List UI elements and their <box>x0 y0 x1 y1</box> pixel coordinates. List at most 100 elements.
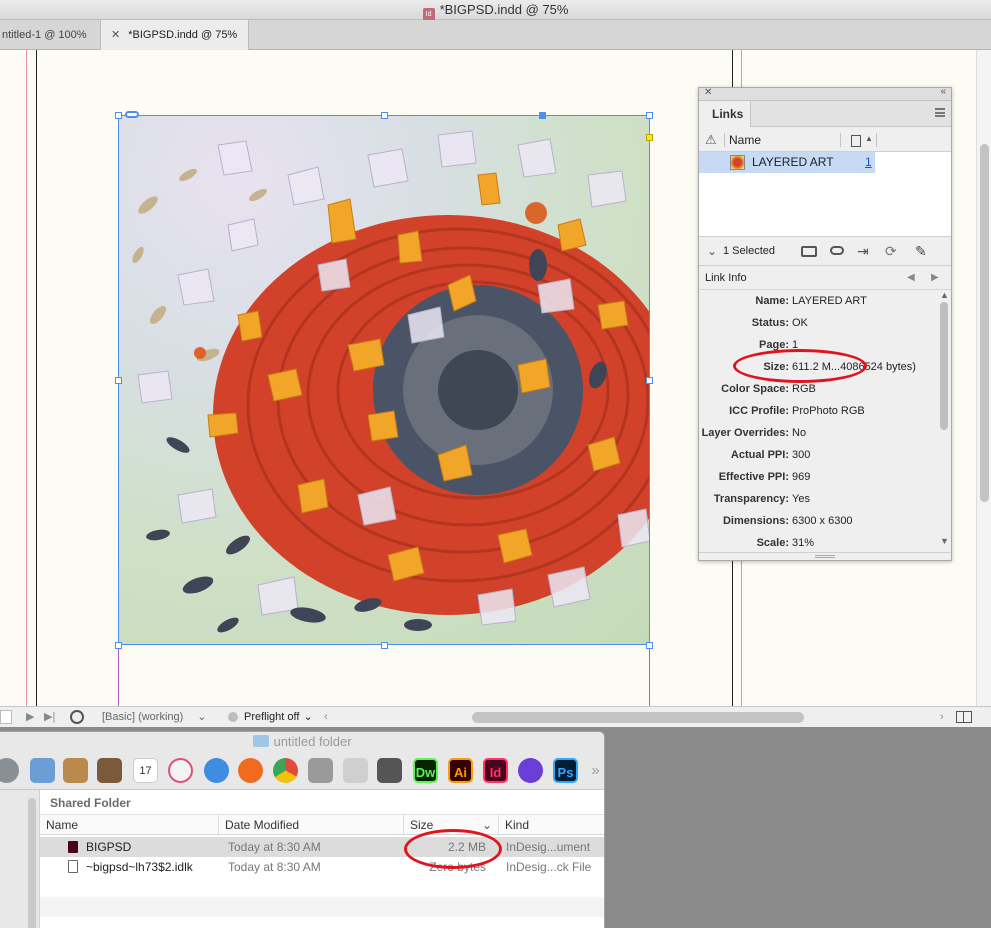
toolbar-overflow-icon[interactable]: » <box>583 758 604 783</box>
chevron-down-icon: ⌄ <box>197 711 207 723</box>
resize-handle-bottom-right[interactable] <box>646 642 653 649</box>
column-kind[interactable]: Kind <box>499 815 604 836</box>
resize-handle-top-right[interactable] <box>646 112 653 119</box>
split-divider <box>963 712 964 722</box>
tab-untitled-1[interactable]: ntitled-1 @ 100% <box>0 20 101 50</box>
preview-icon[interactable] <box>30 758 55 783</box>
edit-original-icon[interactable]: ✎ <box>915 237 927 265</box>
itunes-icon[interactable] <box>168 758 193 783</box>
info-label: Status: <box>751 317 789 329</box>
resize-handle-left[interactable] <box>115 377 122 384</box>
link-info-scrollbar[interactable]: ▲ ▼ <box>937 290 951 552</box>
calendar-icon[interactable]: 17 <box>133 758 158 783</box>
scroll-right-icon[interactable]: › <box>940 707 944 727</box>
preflight-dropdown[interactable]: Preflight off ⌄ <box>244 707 313 727</box>
window-titlebar: Id *BIGPSD.indd @ 75% <box>0 0 991 22</box>
status-bar: ▶ ▶| [Basic] (working) ⌄ Preflight off ⌄ ‹… <box>0 706 991 727</box>
resize-handle-top-left[interactable] <box>115 112 122 119</box>
finder-sidebar <box>0 790 40 928</box>
size-column-label: Size <box>410 818 434 832</box>
resize-handle-top[interactable] <box>381 112 388 119</box>
selection-frame[interactable] <box>115 111 653 649</box>
resize-handle-bottom-left[interactable] <box>115 642 122 649</box>
resize-handle-bottom[interactable] <box>381 642 388 649</box>
selected-count: 1 Selected <box>723 245 775 257</box>
section-title: Shared Folder <box>50 796 131 810</box>
last-page-icon[interactable]: ▶| <box>44 707 55 727</box>
scroll-down-icon[interactable]: ▼ <box>940 536 949 546</box>
panel-tabrow: Links <box>699 101 951 127</box>
content-grabber-handle[interactable] <box>539 112 546 119</box>
info-label: Actual PPI: <box>730 449 789 461</box>
tab-links[interactable]: Links <box>699 101 751 127</box>
scanner-icon[interactable] <box>343 758 368 783</box>
close-icon[interactable]: ✕ <box>704 87 712 98</box>
sort-ascending-icon[interactable]: ▲ <box>865 127 873 151</box>
workspace-profile-dropdown[interactable]: [Basic] (working) ⌄ <box>102 707 207 727</box>
chrome-icon[interactable] <box>273 758 298 783</box>
resize-handle-right[interactable] <box>646 377 653 384</box>
link-page-number[interactable]: 1 <box>865 152 872 173</box>
vertical-scrollbar[interactable] <box>976 50 991 706</box>
column-divider <box>840 133 841 147</box>
lock-file-icon <box>68 860 78 873</box>
warning-icon[interactable]: ⚠ <box>705 128 717 152</box>
safari-icon[interactable] <box>204 758 229 783</box>
scroll-left-icon[interactable]: ‹ <box>324 707 328 727</box>
column-name[interactable]: Name <box>40 815 219 836</box>
info-label: ICC Profile: <box>729 405 789 417</box>
panel-resize-grip[interactable] <box>699 552 951 560</box>
vertical-scroll-thumb[interactable] <box>980 144 989 502</box>
panel-menu-icon[interactable] <box>935 108 945 117</box>
collapse-panel-icon[interactable]: « <box>940 86 946 97</box>
photoshop-icon[interactable]: Ps <box>553 758 578 783</box>
info-value: 300 <box>792 449 811 461</box>
screenshot-icon[interactable] <box>308 758 333 783</box>
relink-icon[interactable] <box>830 246 844 255</box>
dreamweaver-icon[interactable]: Dw <box>413 758 438 783</box>
go-to-link-icon[interactable]: ⇥ <box>857 237 869 265</box>
script-editor-icon[interactable] <box>63 758 88 783</box>
firefox-icon[interactable] <box>238 758 263 783</box>
automator-icon[interactable] <box>97 758 122 783</box>
indesign-window: Id *BIGPSD.indd @ 75% ntitled-1 @ 100% ✕ *… <box>0 0 991 727</box>
scroll-up-icon[interactable]: ▲ <box>940 290 949 300</box>
name-column-header[interactable]: Name <box>729 128 761 152</box>
page-column-icon[interactable] <box>851 135 861 147</box>
finder-window: untitled folder 17 Dw Ai Id Ps » Shared … <box>0 731 605 928</box>
info-row-actual-ppi: Actual PPI: 300 <box>699 444 937 466</box>
info-row-status: Status: OK <box>699 312 937 334</box>
indesign-icon[interactable]: Id <box>483 758 508 783</box>
column-date-modified[interactable]: Date Modified <box>219 815 404 836</box>
link-info-scroll-thumb[interactable] <box>940 302 948 430</box>
collapse-chevron-icon[interactable]: ⌄ <box>707 237 717 265</box>
table-row[interactable]: ~bigpsd~lh73$2.idlk Today at 8:30 AM Zer… <box>40 857 604 877</box>
sidebar-scroll-thumb[interactable] <box>28 798 36 928</box>
previous-link-icon[interactable]: ◀ <box>907 266 915 290</box>
tab-bigpsd[interactable]: ✕ *BIGPSD.indd @ 75% <box>101 20 249 50</box>
margin-guide-purple-b <box>649 646 650 706</box>
update-link-icon[interactable]: ⟳ <box>885 237 897 265</box>
cc-libraries-icon[interactable] <box>801 246 817 257</box>
split-view-icon[interactable] <box>956 711 972 723</box>
live-corner-handle[interactable] <box>646 134 653 141</box>
page-field[interactable] <box>0 710 12 724</box>
system-preferences-icon[interactable] <box>0 758 19 783</box>
table-row[interactable]: BIGPSD Today at 8:30 AM 2.2 MB InDesig..… <box>40 837 604 857</box>
printer-icon[interactable] <box>377 758 402 783</box>
close-icon[interactable]: ✕ <box>111 29 120 41</box>
info-label: Name: <box>755 295 789 307</box>
open-in-finder-icon[interactable] <box>70 710 84 724</box>
info-row-scale: Scale: 31% <box>699 532 937 554</box>
horizontal-scroll-thumb[interactable] <box>472 712 804 723</box>
info-label: Layer Overrides: <box>701 427 789 439</box>
info-label: Dimensions: <box>722 515 789 527</box>
tab-label: *BIGPSD.indd @ 75% <box>128 29 238 41</box>
illustrator-icon[interactable]: Ai <box>448 758 473 783</box>
premiere-rush-icon[interactable] <box>518 758 543 783</box>
list-item-layered-art[interactable]: LAYERED ART 1 <box>699 152 875 173</box>
info-row-name: Name: LAYERED ART <box>699 290 937 312</box>
next-page-icon[interactable]: ▶ <box>26 707 34 727</box>
page-edge-left <box>36 50 37 706</box>
next-link-icon[interactable]: ▶ <box>931 266 939 290</box>
